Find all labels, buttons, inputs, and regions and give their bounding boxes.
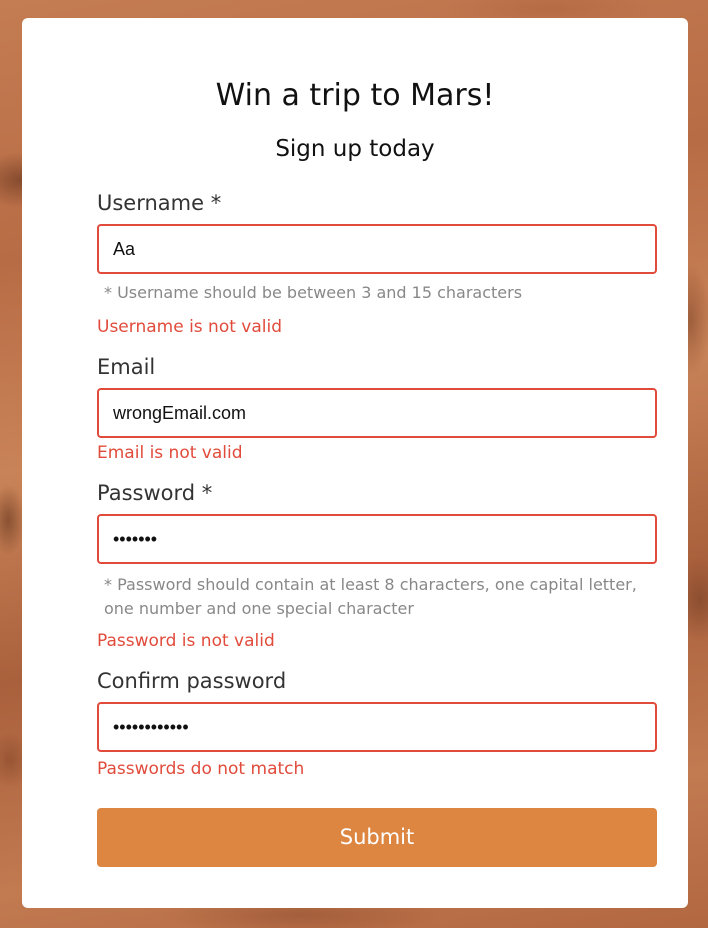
username-label: Username * — [97, 191, 222, 215]
page-title: Win a trip to Mars! — [215, 78, 495, 113]
email-label: Email — [97, 355, 156, 379]
username-hint: * Username should be between 3 and 15 ch… — [104, 283, 523, 302]
confirm-password-error: Passwords do not match — [97, 759, 305, 779]
username-input[interactable]: Aa — [97, 224, 657, 274]
password-hint-line2: one number and one special character — [104, 599, 414, 618]
email-input[interactable]: wrongEmail.com — [97, 388, 657, 438]
confirm-password-label: Confirm password — [97, 669, 287, 693]
confirm-password-input[interactable]: •••••••••••• — [97, 702, 657, 752]
username-error: Username is not valid — [97, 317, 283, 337]
email-error: Email is not valid — [97, 443, 243, 463]
password-error: Password is not valid — [97, 631, 275, 651]
password-input[interactable]: ••••••• — [97, 514, 657, 564]
password-label: Password * — [97, 481, 213, 505]
submit-button[interactable]: Submit — [97, 808, 657, 867]
password-hint-line1: * Password should contain at least 8 cha… — [104, 575, 637, 594]
signup-card: Win a trip to Mars! Sign up today Userna… — [22, 18, 688, 908]
page-subtitle: Sign up today — [275, 136, 435, 162]
